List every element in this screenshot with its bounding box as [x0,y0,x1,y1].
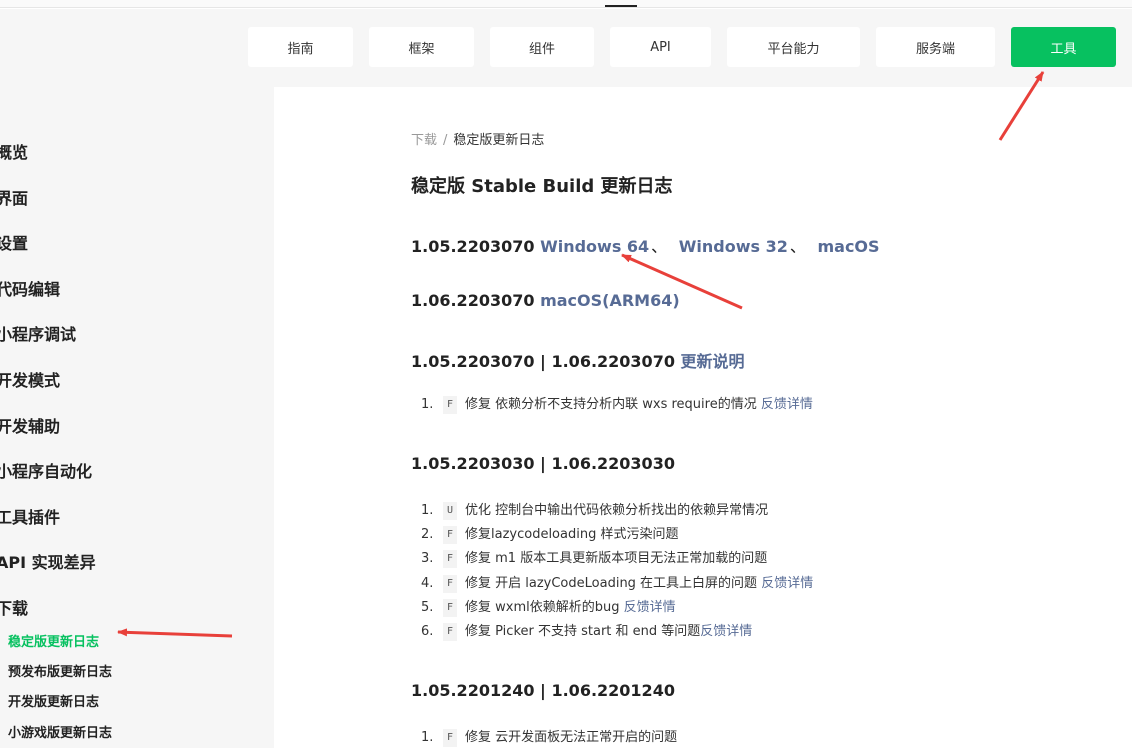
section-heading-text: 1.05.2203070 | 1.06.2203070 [411,352,675,371]
nav-api[interactable]: API [610,27,711,67]
sidebar-item-settings[interactable]: 设置 [0,230,28,254]
breadcrumb-parent[interactable]: 下载 [411,133,437,148]
nav-components[interactable]: 组件 [490,27,594,67]
list-item: 1. F 修复 云开发面板无法正常开启的问题 [421,726,677,748]
sidebar-item-dev-assist[interactable]: 开发辅助 [0,413,60,437]
fix-tag: F [443,623,457,642]
nav-platform[interactable]: 平台能力 [727,27,860,67]
list-item: 2. F 修复lazycodeloading 样式污染问题 [421,523,813,547]
breadcrumb: 下载 / 稳定版更新日志 [411,129,544,148]
update-tag: U [443,502,457,521]
fix-tag: F [443,729,457,748]
section-heading-text: 1.05.2201240 | 1.06.2201240 [411,681,675,700]
active-indicator [605,5,637,7]
feedback-link[interactable]: 反馈详情 [700,620,752,644]
download-version: 1.06.2203070 [411,291,535,310]
fix-tag: F [443,574,457,593]
sidebar-item-automation[interactable]: 小程序自动化 [0,458,92,482]
separator: 、 [651,237,668,256]
fix-tag: F [443,526,457,545]
section-heading: 1.05.2201240 | 1.06.2201240 [411,681,675,700]
section-heading: 1.05.2203070 | 1.06.2203070 更新说明 [411,348,745,372]
list-item: 1. F 修复 依赖分析不支持分析内联 wxs require的情况 反馈详情 [421,393,813,417]
item-text: 修复 Picker 不支持 start 和 end 等问题 [465,623,701,639]
list-item: 3. F 修复 m1 版本工具更新版本项目无法正常加载的问题 [421,547,813,571]
download-macos-link[interactable]: macOS [817,237,879,256]
download-row-2: 1.06.2203070 macOS(ARM64) [411,291,680,310]
breadcrumb-separator: / [443,133,448,148]
item-number: 2. [421,527,434,543]
sidebar: 概览 界面 设置 代码编辑 小程序调试 开发模式 开发辅助 小程序自动化 工具插… [0,87,274,748]
fix-tag: F [443,550,457,569]
item-text: 修复 云开发面板无法正常开启的问题 [465,730,678,745]
nav-guide[interactable]: 指南 [248,27,353,67]
section-heading-text: 1.05.2203030 | 1.06.2203030 [411,454,675,473]
item-text: 修复 m1 版本工具更新版本项目无法正常加载的问题 [465,551,768,567]
breadcrumb-current: 稳定版更新日志 [453,133,545,148]
sidebar-item-code-editing[interactable]: 代码编辑 [0,276,60,300]
feedback-link[interactable]: 反馈详情 [761,572,813,596]
sidebar-item-overview[interactable]: 概览 [0,139,28,163]
download-windows32-link[interactable]: Windows 32 [679,237,788,256]
sidebar-item-dev-mode[interactable]: 开发模式 [0,367,60,391]
download-windows64-link[interactable]: Windows 64 [540,237,649,256]
nav-framework[interactable]: 框架 [369,27,474,67]
fix-tag: F [443,396,457,415]
sidebar-item-plugins[interactable]: 工具插件 [0,504,60,528]
feedback-link[interactable]: 反馈详情 [761,393,813,417]
changelog-list: 1. U 优化 控制台中输出代码依赖分析找出的依赖异常情况 2. F 修复laz… [421,499,813,644]
sidebar-item-interface[interactable]: 界面 [0,185,28,209]
nav-server[interactable]: 服务端 [876,27,995,67]
item-number: 4. [421,575,434,591]
top-strip [0,0,1132,8]
sidebar-item-download[interactable]: 下载 [0,595,28,619]
item-text: 修复lazycodeloading 样式污染问题 [465,527,679,543]
item-text: 优化 控制台中输出代码依赖分析找出的依赖异常情况 [465,503,769,518]
section-heading: 1.05.2203030 | 1.06.2203030 [411,454,675,473]
changelog-list: 1. F 修复 云开发面板无法正常开启的问题 [421,726,677,748]
separator: 、 [789,237,806,256]
top-navbar: 指南 框架 组件 API 平台能力 服务端 工具 [0,9,1132,87]
fix-tag: F [443,598,457,617]
list-item: 6. F 修复 Picker 不支持 start 和 end 等问题 反馈详情 [421,620,813,644]
sidebar-sub-stable-log[interactable]: 稳定版更新日志 [8,631,99,650]
release-notes-link[interactable]: 更新说明 [681,352,745,371]
page-title: 稳定版 Stable Build 更新日志 [411,176,673,197]
sidebar-sub-minigame-log[interactable]: 小游戏版更新日志 [8,722,112,741]
sidebar-sub-dev-log[interactable]: 开发版更新日志 [8,691,99,710]
sidebar-item-debugging[interactable]: 小程序调试 [0,321,76,345]
item-text: 修复 开启 lazyCodeLoading 在工具上白屏的问题 [465,575,758,591]
list-item: 1. U 优化 控制台中输出代码依赖分析找出的依赖异常情况 [421,499,813,523]
feedback-link[interactable]: 反馈详情 [624,596,676,620]
download-row-1: 1.05.2203070 Windows 64、 Windows 32、 mac… [411,233,880,257]
item-number: 1. [421,397,434,412]
item-text: 修复 依赖分析不支持分析内联 wxs require的情况 [465,397,757,412]
item-text: 修复 wxml依赖解析的bug [465,599,620,615]
item-number: 5. [421,599,434,615]
sidebar-sub-prerelease-log[interactable]: 预发布版更新日志 [8,661,112,680]
download-version: 1.05.2203070 [411,237,535,256]
item-number: 1. [421,503,434,518]
sidebar-item-api-differences[interactable]: API 实现差异 [0,549,96,573]
changelog-list: 1. F 修复 依赖分析不支持分析内联 wxs require的情况 反馈详情 [421,393,813,417]
list-item: 4. F 修复 开启 lazyCodeLoading 在工具上白屏的问题 反馈详… [421,572,813,596]
item-number: 6. [421,623,434,639]
nav-tools[interactable]: 工具 [1011,27,1116,67]
list-item: 5. F 修复 wxml依赖解析的bug 反馈详情 [421,596,813,620]
item-number: 1. [421,730,434,745]
item-number: 3. [421,551,434,567]
download-macos-arm-link[interactable]: macOS(ARM64) [540,291,680,310]
